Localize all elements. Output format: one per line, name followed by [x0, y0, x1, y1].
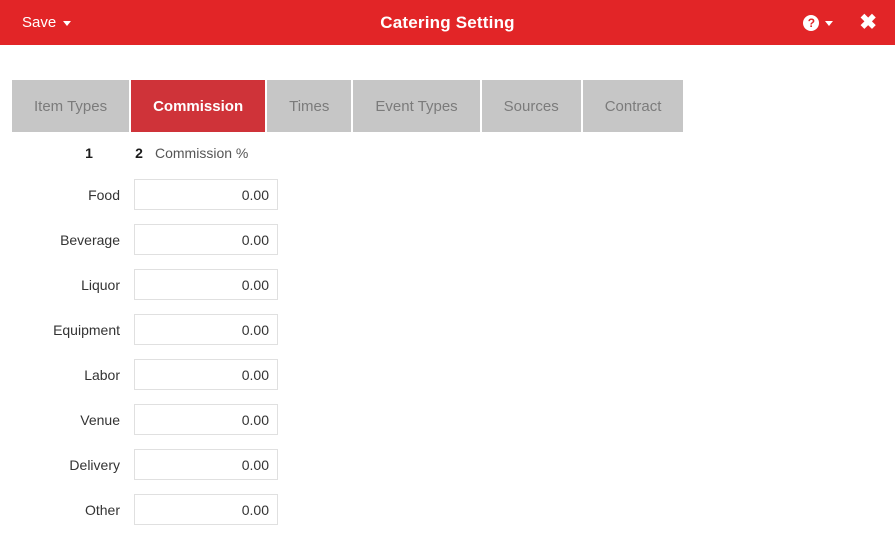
- tab-label: Contract: [604, 97, 662, 115]
- tab-label: Times: [289, 97, 330, 115]
- input-commission-equipment[interactable]: [134, 314, 278, 345]
- tab-item-types[interactable]: Item Types: [12, 80, 132, 132]
- commission-percent-header: Commission %: [155, 145, 249, 161]
- tab-label: Event Types: [375, 97, 458, 115]
- app-header-bar: Save Catering Setting ? ✖: [0, 0, 895, 45]
- form-row-liquor: Liquor: [0, 267, 895, 312]
- page-title: Catering Setting: [380, 13, 515, 32]
- caret-down-icon: [825, 21, 834, 26]
- input-commission-labor[interactable]: [134, 359, 278, 390]
- question-mark-icon: ?: [803, 14, 820, 31]
- form-row-venue: Venue: [0, 402, 895, 447]
- close-icon[interactable]: ✖: [859, 12, 877, 33]
- form-row-delivery: Delivery: [0, 447, 895, 492]
- column-number-2: 2: [135, 145, 143, 161]
- commission-form: 1 2 Commission % Food Beverage Liquor Eq…: [0, 145, 895, 537]
- form-row-labor: Labor: [0, 357, 895, 402]
- input-commission-other[interactable]: [134, 494, 278, 525]
- input-commission-delivery[interactable]: [134, 449, 278, 480]
- settings-tabstrip: Item Types Commission Times Event Types …: [12, 80, 684, 132]
- input-commission-food[interactable]: [134, 179, 278, 210]
- tab-label: Commission: [153, 97, 244, 115]
- label-food: Food: [88, 187, 120, 203]
- label-beverage: Beverage: [60, 232, 120, 248]
- input-commission-beverage[interactable]: [134, 224, 278, 255]
- form-row-equipment: Equipment: [0, 312, 895, 357]
- label-equipment: Equipment: [53, 322, 120, 338]
- help-menu-button[interactable]: ?: [803, 14, 834, 31]
- column-number-1: 1: [85, 145, 93, 161]
- tab-label: Sources: [503, 97, 559, 115]
- form-row-food: Food: [0, 177, 895, 222]
- label-venue: Venue: [80, 412, 120, 428]
- input-commission-liquor[interactable]: [134, 269, 278, 300]
- tab-event-types[interactable]: Event Types: [353, 80, 482, 132]
- form-row-beverage: Beverage: [0, 222, 895, 267]
- tab-times[interactable]: Times: [267, 80, 354, 132]
- tab-commission[interactable]: Commission: [131, 80, 268, 132]
- label-labor: Labor: [84, 367, 120, 383]
- header-actions: ? ✖: [803, 0, 877, 45]
- tab-contract[interactable]: Contract: [582, 80, 684, 132]
- label-liquor: Liquor: [81, 277, 120, 293]
- form-row-other: Other: [0, 492, 895, 537]
- input-commission-venue[interactable]: [134, 404, 278, 435]
- label-other: Other: [84, 502, 120, 518]
- tab-label: Item Types: [34, 97, 108, 115]
- label-delivery: Delivery: [69, 457, 120, 473]
- tab-sources[interactable]: Sources: [481, 80, 583, 132]
- commission-column-headers: 1 2 Commission %: [0, 145, 895, 177]
